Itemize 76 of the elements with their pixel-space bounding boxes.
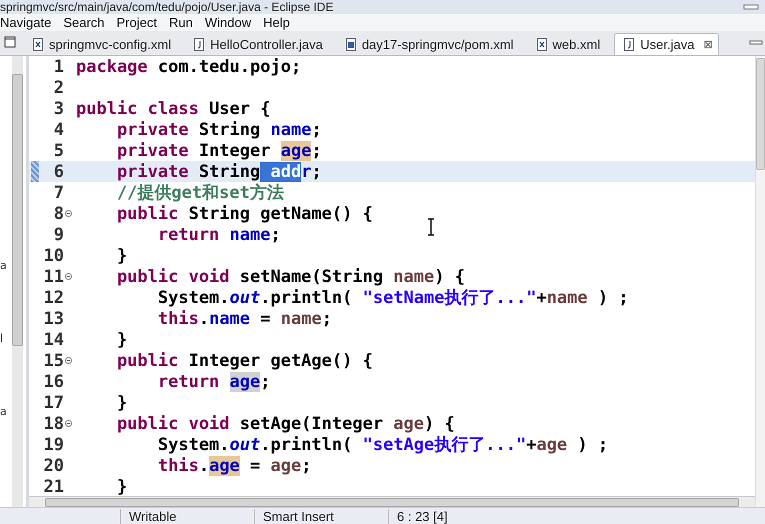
menu-item[interactable]: Help [263, 15, 296, 30]
code-line: public void setName(String name) { [116, 266, 465, 286]
maven-file-icon [344, 38, 357, 50]
status-text: Writable [120, 509, 254, 524]
horizontal-scrollbar[interactable] [29, 496, 755, 507]
menu-item[interactable]: Search [63, 15, 111, 30]
code-line: } [116, 330, 128, 350]
line-number: 9 [52, 224, 64, 244]
line-number: 17 [42, 392, 64, 412]
close-button[interactable]: ⊠ [703, 38, 712, 51]
line-number: 6 [52, 162, 64, 182]
code-line: private String add r; [116, 162, 322, 182]
line-number: 3 [52, 98, 64, 118]
collapse-icon[interactable] [65, 357, 72, 364]
code-line: } [116, 246, 128, 266]
code-line: public class User { [76, 98, 270, 118]
line-number: 13 [42, 308, 64, 328]
code-line: return age; [156, 372, 270, 392]
minimize-icon[interactable] [749, 39, 763, 47]
line-number: 16 [42, 372, 64, 392]
code-line: private String name; [116, 120, 322, 140]
line-number: 8 [52, 204, 64, 224]
collapse-icon[interactable] [65, 210, 72, 217]
line-number: 19 [42, 434, 64, 454]
code-line: System.out.println( "setAge执行了..."+age ) ; [156, 434, 608, 456]
file-icon [536, 38, 548, 50]
menu-item[interactable]: Run [168, 15, 199, 30]
code-line: private Integer age; [116, 140, 322, 160]
editor-tab[interactable]: springmvc-config.xml [24, 33, 186, 55]
line-number: 5 [52, 140, 64, 160]
code-line: package com.tedu.pojo; [76, 56, 302, 76]
line-number: 12 [42, 288, 64, 308]
collapse-icon[interactable] [65, 420, 72, 427]
menu-item[interactable]: Window [204, 15, 258, 30]
window-title: springmvc/src/main/java/com/tedu/pojo/User.java - Eclipse IDE [0, 0, 334, 14]
truncated-text: a [0, 259, 8, 272]
editor-tab[interactable]: HelloController.java [185, 33, 337, 55]
line-number: 15 [42, 350, 64, 370]
menu-item[interactable]: Project [116, 15, 163, 30]
code-line: public void setAge(Integer age) { [116, 414, 455, 434]
code-line: //提供get和set方法 [116, 182, 284, 204]
file-icon [193, 38, 206, 50]
line-number: 18 [42, 414, 64, 434]
code-line: return name; [156, 224, 281, 244]
line-number: 10 [42, 246, 64, 266]
code-line: public String getName() { [116, 204, 373, 224]
scrollbar[interactable] [12, 56, 23, 507]
line-number: 20 [42, 456, 64, 476]
code-line: } [116, 392, 128, 412]
file-icon [623, 38, 636, 51]
line-number: 4 [52, 120, 64, 140]
line-number: 21 [42, 476, 64, 496]
menu-item[interactable]: Navigate [0, 15, 58, 30]
minimize-icon[interactable] [743, 3, 759, 11]
editor-tab[interactable]: web.xml [528, 33, 614, 55]
truncated-text: l [0, 332, 4, 345]
code-line: System.out.println( "setName执行了..."+name ) ; [156, 287, 629, 309]
editor-tab[interactable]: User.java ⊠ [614, 33, 720, 55]
line-number: 7 [52, 182, 64, 202]
status-text: 6 : 23 [4] [388, 509, 522, 524]
code-line: this.name = name; [156, 308, 332, 328]
code-line: this.age = age; [156, 456, 312, 476]
collapse-icon[interactable] [65, 273, 72, 280]
line-number: 1 [52, 56, 64, 76]
code-line: } [116, 476, 128, 496]
line-number: 11 [42, 266, 64, 286]
editor-tab[interactable]: day17-springmvc/pom.xml [336, 33, 528, 55]
vertical-scrollbar[interactable] [755, 56, 765, 507]
restore-icon[interactable] [4, 36, 16, 48]
truncated-text: a [0, 405, 8, 418]
code-line: public Integer getAge() { [116, 350, 373, 370]
status-text: Smart Insert [254, 509, 388, 524]
text-cursor-icon [427, 218, 435, 236]
line-number: 14 [42, 330, 64, 350]
line-number: 2 [52, 78, 64, 98]
file-icon [32, 38, 44, 50]
